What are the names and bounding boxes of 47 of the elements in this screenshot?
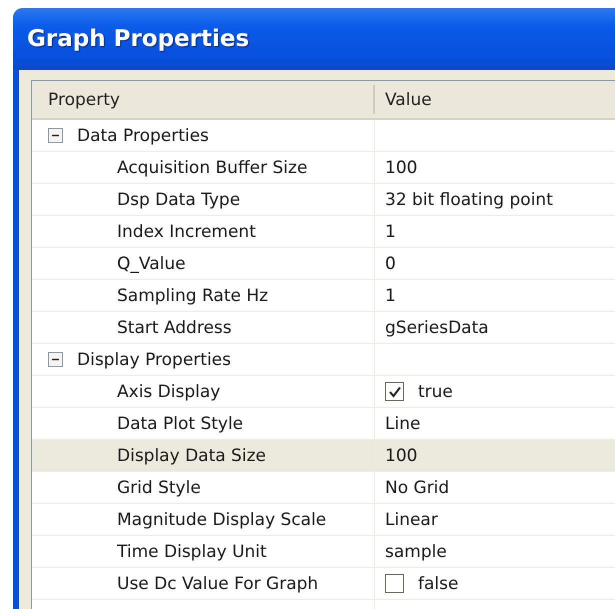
property-row[interactable]: Q_Value 0	[32, 248, 615, 280]
value-text: Line	[385, 414, 420, 434]
property-name: Grid Style	[117, 478, 201, 498]
property-name: Q_Value	[117, 254, 186, 274]
category-label[interactable]: Display Properties	[77, 350, 231, 370]
window-title: Graph Properties	[27, 26, 250, 52]
property-row[interactable]: Grid Style No Grid	[32, 472, 615, 504]
property-row[interactable]: Sampling Rate Hz 1	[32, 280, 615, 312]
property-name: Time Display Unit	[117, 542, 267, 562]
value-text: 1	[385, 222, 396, 242]
property-name: Sampling Rate Hz	[117, 286, 268, 306]
value-text: true	[418, 382, 453, 402]
property-row[interactable]: Start Address gSeriesData	[32, 312, 615, 344]
property-row[interactable]: Time Display Unit sample	[32, 536, 615, 568]
value-text: Linear	[385, 510, 438, 530]
checkbox[interactable]	[385, 382, 404, 401]
property-row[interactable]: Acquisition Buffer Size 100	[32, 152, 615, 184]
value-text: gSeriesData	[385, 318, 489, 338]
value-text: false	[418, 574, 458, 594]
property-name: Display Data Size	[117, 446, 266, 466]
minus-box-icon[interactable]	[48, 128, 63, 143]
value-text: 32 bit floating point	[385, 190, 553, 210]
value-text: 100	[385, 158, 418, 178]
property-row[interactable]: Use Dc Value For Graph false	[32, 568, 615, 600]
property-row[interactable]: Dsp Data Type 32 bit floating point	[32, 184, 615, 216]
checkbox[interactable]	[385, 574, 404, 593]
property-row[interactable]: Axis Display true	[32, 376, 615, 408]
property-name: Use Dc Value For Graph	[117, 574, 318, 594]
column-header[interactable]: Property	[32, 85, 375, 114]
property-row[interactable]: Magnitude Display Scale Linear	[32, 504, 615, 536]
property-name: Dsp Data Type	[117, 190, 240, 210]
value-text: sample	[385, 542, 447, 562]
property-name: Acquisition Buffer Size	[117, 158, 308, 178]
property-name: Index Increment	[117, 222, 256, 242]
minus-box-icon[interactable]	[48, 352, 63, 367]
value-text: 0	[385, 254, 396, 274]
column-header[interactable]: Value	[375, 81, 615, 118]
property-row[interactable]: Display Data Size 100	[32, 440, 615, 472]
property-name: Axis Display	[117, 382, 220, 402]
property-name: Magnitude Display Scale	[117, 510, 326, 530]
category-label[interactable]: Data Properties	[77, 126, 209, 146]
value-text: No Grid	[385, 478, 450, 498]
value-text: 100	[385, 446, 418, 466]
value-text: 1	[385, 286, 396, 306]
property-name: Data Plot Style	[117, 414, 244, 434]
property-row[interactable]: Index Increment 1	[32, 216, 615, 248]
property-name: Start Address	[117, 318, 232, 338]
